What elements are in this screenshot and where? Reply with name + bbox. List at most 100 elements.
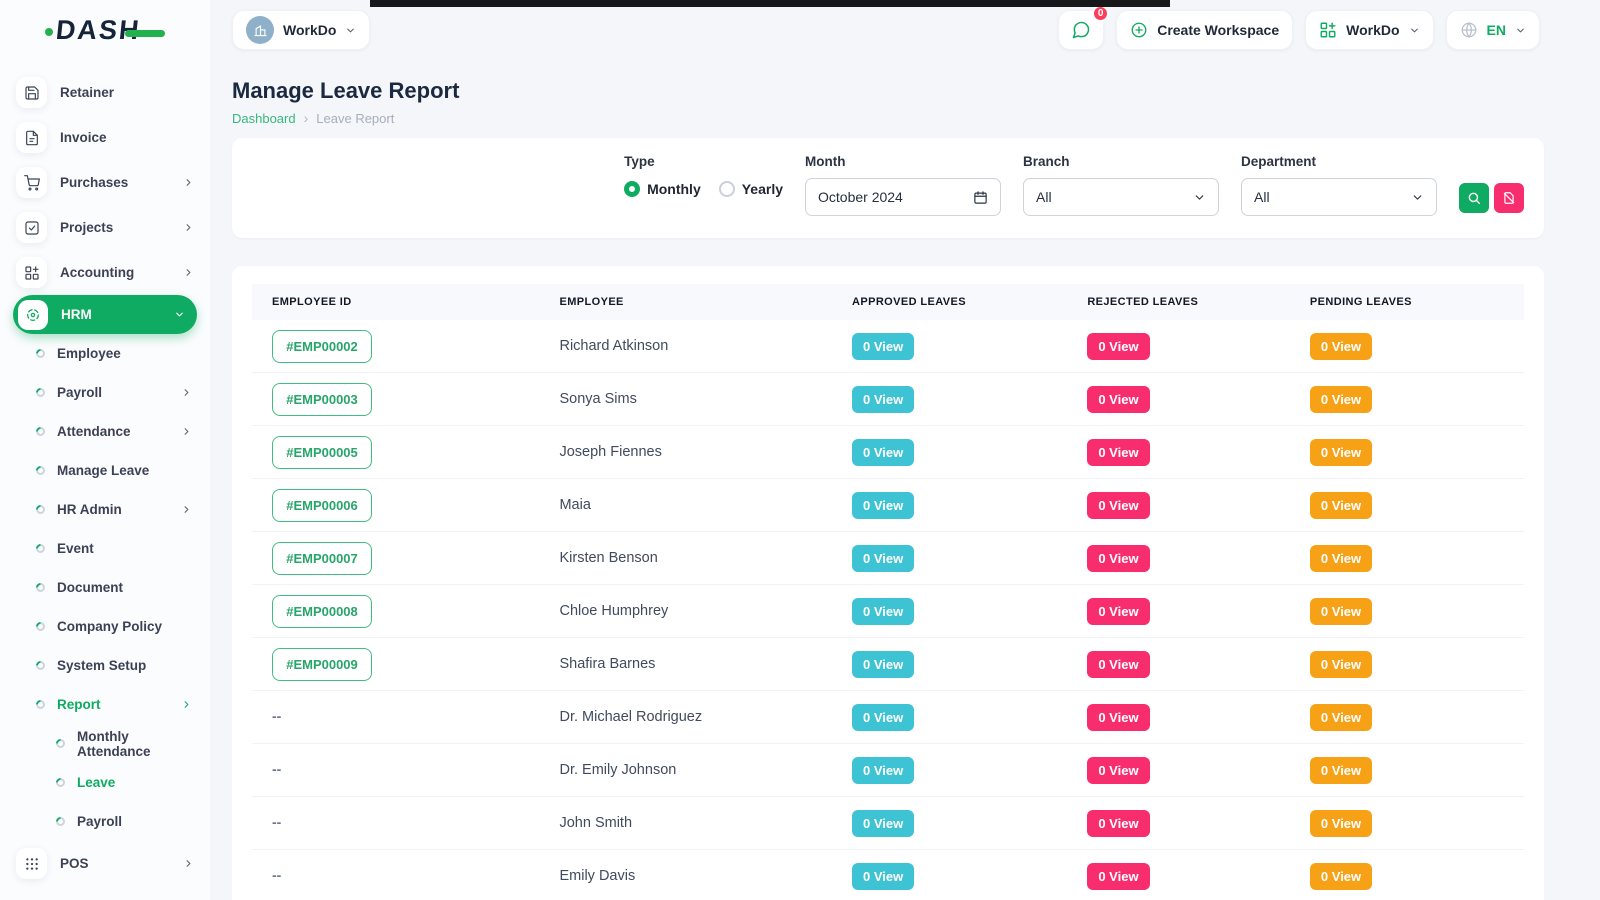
pending-view-badge[interactable]: 0 View [1310, 386, 1372, 413]
rejected-view-badge[interactable]: 0 View [1087, 863, 1149, 890]
approved-view-badge[interactable]: 0 View [852, 545, 914, 572]
sidebar-item-monthly-attendance[interactable]: Monthly Attendance [0, 724, 210, 763]
approved-view-badge[interactable]: 0 View [852, 439, 914, 466]
employee-id-pill[interactable]: -- [272, 814, 281, 830]
sidebar-item-hr-admin[interactable]: HR Admin [0, 490, 210, 529]
employee-id-pill[interactable]: -- [272, 867, 281, 883]
sidebar-item-label: Manage Leave [57, 463, 192, 478]
employee-name: Sonya Sims [539, 391, 832, 407]
chevron-down-icon [1515, 25, 1526, 36]
sidebar-item-purchases[interactable]: Purchases [0, 160, 210, 205]
yearly-radio[interactable]: Yearly [719, 181, 783, 197]
rejected-view-badge[interactable]: 0 View [1087, 333, 1149, 360]
employee-id-pill[interactable]: #EMP00009 [272, 648, 372, 681]
pending-view-badge[interactable]: 0 View [1310, 492, 1372, 519]
employee-name: Chloe Humphrey [539, 603, 832, 619]
pending-view-badge[interactable]: 0 View [1310, 333, 1372, 360]
employee-id-pill[interactable]: #EMP00006 [272, 489, 372, 522]
employee-id-pill[interactable]: #EMP00005 [272, 436, 372, 469]
breadcrumb-current: Leave Report [316, 111, 394, 126]
sidebar-item-system-setup[interactable]: System Setup [0, 646, 210, 685]
employee-id-pill[interactable]: #EMP00003 [272, 383, 372, 416]
workspace-switcher[interactable]: WorkDo [232, 10, 370, 50]
search-button[interactable] [1459, 183, 1489, 213]
approved-view-badge[interactable]: 0 View [852, 333, 914, 360]
branch-select[interactable]: All [1023, 178, 1219, 216]
sidebar-item-projects[interactable]: Projects [0, 205, 210, 250]
sidebar-item-invoice[interactable]: Invoice [0, 115, 210, 160]
messages-button[interactable]: 0 [1058, 10, 1104, 50]
column-header: EMPLOYEE ID [252, 296, 539, 308]
pending-view-badge[interactable]: 0 View [1310, 598, 1372, 625]
brand-logo[interactable]: DASH [0, 0, 210, 60]
sidebar-item-report-payroll[interactable]: Payroll [0, 802, 210, 841]
table-row: #EMP00005 Joseph Fiennes 0 View 0 View 0… [252, 426, 1524, 479]
header-actions: 0 Create Workspace WorkDo [1058, 10, 1540, 50]
bullet-icon [34, 542, 47, 555]
rejected-view-badge[interactable]: 0 View [1087, 492, 1149, 519]
rejected-view-badge[interactable]: 0 View [1087, 651, 1149, 678]
department-select[interactable]: All [1241, 178, 1437, 216]
breadcrumb-separator: › [304, 110, 309, 126]
sidebar-item-report[interactable]: Report [0, 685, 210, 724]
table-row: #EMP00008 Chloe Humphrey 0 View 0 View 0… [252, 585, 1524, 638]
approved-view-badge[interactable]: 0 View [852, 863, 914, 890]
monthly-radio[interactable]: Monthly [624, 181, 701, 197]
approved-view-badge[interactable]: 0 View [852, 386, 914, 413]
cart-icon [16, 167, 47, 198]
create-workspace-button[interactable]: Create Workspace [1116, 10, 1293, 50]
sidebar-item-payroll[interactable]: Payroll [0, 373, 210, 412]
reset-button[interactable] [1494, 183, 1524, 213]
create-workspace-label: Create Workspace [1157, 22, 1279, 38]
department-value: All [1254, 189, 1270, 205]
rejected-view-badge[interactable]: 0 View [1087, 386, 1149, 413]
sidebar-item-pos[interactable]: POS [0, 841, 210, 886]
sidebar-item-document[interactable]: Document [0, 568, 210, 607]
rejected-view-badge[interactable]: 0 View [1087, 757, 1149, 784]
logo-dash-accent [125, 30, 165, 37]
approved-view-badge[interactable]: 0 View [852, 757, 914, 784]
pending-view-badge[interactable]: 0 View [1310, 439, 1372, 466]
sidebar-item-hrm[interactable]: HRM [13, 295, 197, 334]
bullet-icon [34, 620, 47, 633]
pending-view-badge[interactable]: 0 View [1310, 545, 1372, 572]
month-input[interactable]: October 2024 [805, 178, 1001, 216]
search-icon [1467, 191, 1481, 205]
employee-name: Dr. Emily Johnson [539, 762, 832, 778]
rejected-view-badge[interactable]: 0 View [1087, 545, 1149, 572]
rejected-view-badge[interactable]: 0 View [1087, 598, 1149, 625]
sidebar-item-employee[interactable]: Employee [0, 334, 210, 373]
pending-view-badge[interactable]: 0 View [1310, 704, 1372, 731]
employee-id-pill[interactable]: #EMP00002 [272, 330, 372, 363]
pending-view-badge[interactable]: 0 View [1310, 757, 1372, 784]
sidebar-item-leave[interactable]: Leave [0, 763, 210, 802]
pending-view-badge[interactable]: 0 View [1310, 863, 1372, 890]
employee-id-pill[interactable]: -- [272, 708, 281, 724]
pending-view-badge[interactable]: 0 View [1310, 651, 1372, 678]
employee-id-pill[interactable]: #EMP00008 [272, 595, 372, 628]
pending-view-badge[interactable]: 0 View [1310, 810, 1372, 837]
language-selector[interactable]: EN [1446, 10, 1540, 50]
sidebar-item-label: POS [60, 856, 170, 871]
breadcrumb-dashboard-link[interactable]: Dashboard [232, 111, 296, 126]
rejected-view-badge[interactable]: 0 View [1087, 810, 1149, 837]
employee-id-pill[interactable]: -- [272, 761, 281, 777]
rejected-view-badge[interactable]: 0 View [1087, 704, 1149, 731]
sidebar-item-accounting[interactable]: Accounting [0, 250, 210, 295]
table-row: #EMP00009 Shafira Barnes 0 View 0 View 0… [252, 638, 1524, 691]
approved-view-badge[interactable]: 0 View [852, 598, 914, 625]
sidebar-item-label: HR Admin [57, 502, 169, 517]
approved-view-badge[interactable]: 0 View [852, 492, 914, 519]
app-switcher-button[interactable]: WorkDo [1305, 10, 1433, 50]
sidebar-item-attendance[interactable]: Attendance [0, 412, 210, 451]
employee-id-pill[interactable]: #EMP00007 [272, 542, 372, 575]
approved-view-badge[interactable]: 0 View [852, 704, 914, 731]
sidebar-item-company-policy[interactable]: Company Policy [0, 607, 210, 646]
sidebar-item-label: Retainer [60, 85, 194, 100]
rejected-view-badge[interactable]: 0 View [1087, 439, 1149, 466]
approved-view-badge[interactable]: 0 View [852, 810, 914, 837]
sidebar-item-retainer[interactable]: Retainer [0, 70, 210, 115]
sidebar-item-event[interactable]: Event [0, 529, 210, 568]
approved-view-badge[interactable]: 0 View [852, 651, 914, 678]
sidebar-item-manage-leave[interactable]: Manage Leave [0, 451, 210, 490]
